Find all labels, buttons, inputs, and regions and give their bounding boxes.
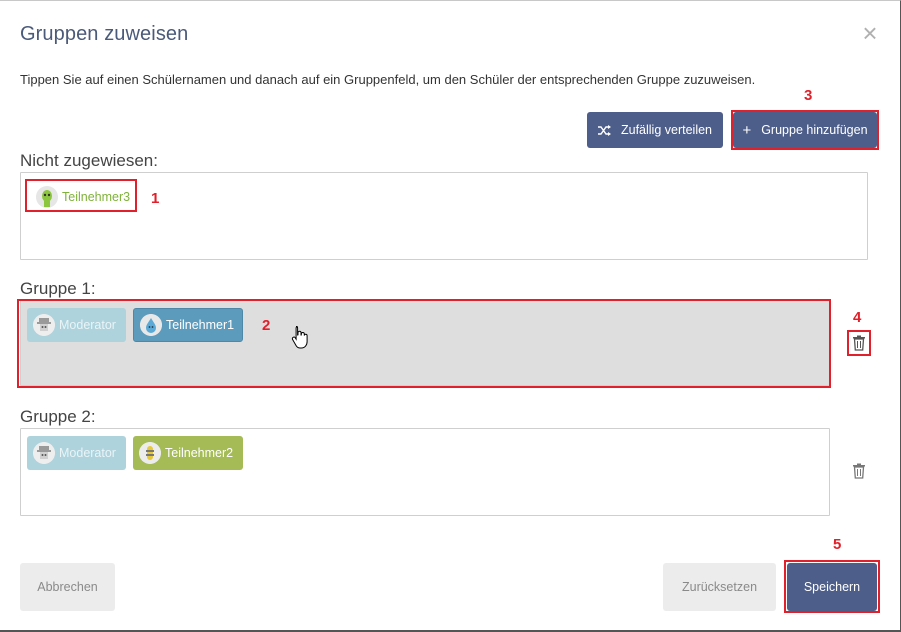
assign-groups-dialog: Gruppen zuweisen × Tippen Sie auf einen … [0, 0, 901, 632]
annotation-number-1: 1 [151, 190, 160, 207]
student-chip-teilnehmer2[interactable]: Teilnehmer2 [133, 436, 243, 470]
dialog-title: Gruppen zuweisen [20, 23, 189, 45]
hat-robot-avatar-icon [33, 442, 55, 464]
random-distribute-label: Zufällig verteilen [620, 123, 712, 137]
random-distribute-button[interactable]: Zufällig verteilen [587, 112, 723, 148]
highlight-box-4 [847, 330, 871, 356]
unassigned-label: Nicht zugewiesen: [20, 151, 158, 170]
unassigned-dropzone[interactable] [20, 172, 868, 260]
reset-button[interactable]: Zurücksetzen [663, 563, 776, 611]
shuffle-icon [597, 124, 611, 136]
annotation-number-3: 3 [804, 87, 813, 104]
yellow-robot-avatar-icon [139, 442, 161, 464]
group-1-label: Gruppe 1: [20, 279, 96, 298]
delete-group-2-trash-icon[interactable] [852, 463, 866, 479]
annotation-number-2: 2 [262, 317, 271, 334]
highlight-box-1 [25, 179, 137, 212]
group-2-label: Gruppe 2: [20, 407, 96, 426]
moderator-chip-group-2[interactable]: Moderator [27, 436, 126, 470]
cancel-button[interactable]: Abbrechen [20, 563, 115, 611]
annotation-number-4: 4 [853, 309, 862, 326]
highlight-box-5 [784, 560, 880, 613]
highlight-box-2 [17, 299, 831, 388]
instruction-text: Tippen Sie auf einen Schülernamen und da… [20, 72, 756, 87]
chip-label: Teilnehmer2 [165, 446, 234, 460]
chip-label: Moderator [59, 446, 116, 460]
annotation-number-5: 5 [833, 536, 842, 553]
close-icon[interactable]: × [858, 20, 882, 46]
highlight-box-3 [731, 110, 879, 150]
